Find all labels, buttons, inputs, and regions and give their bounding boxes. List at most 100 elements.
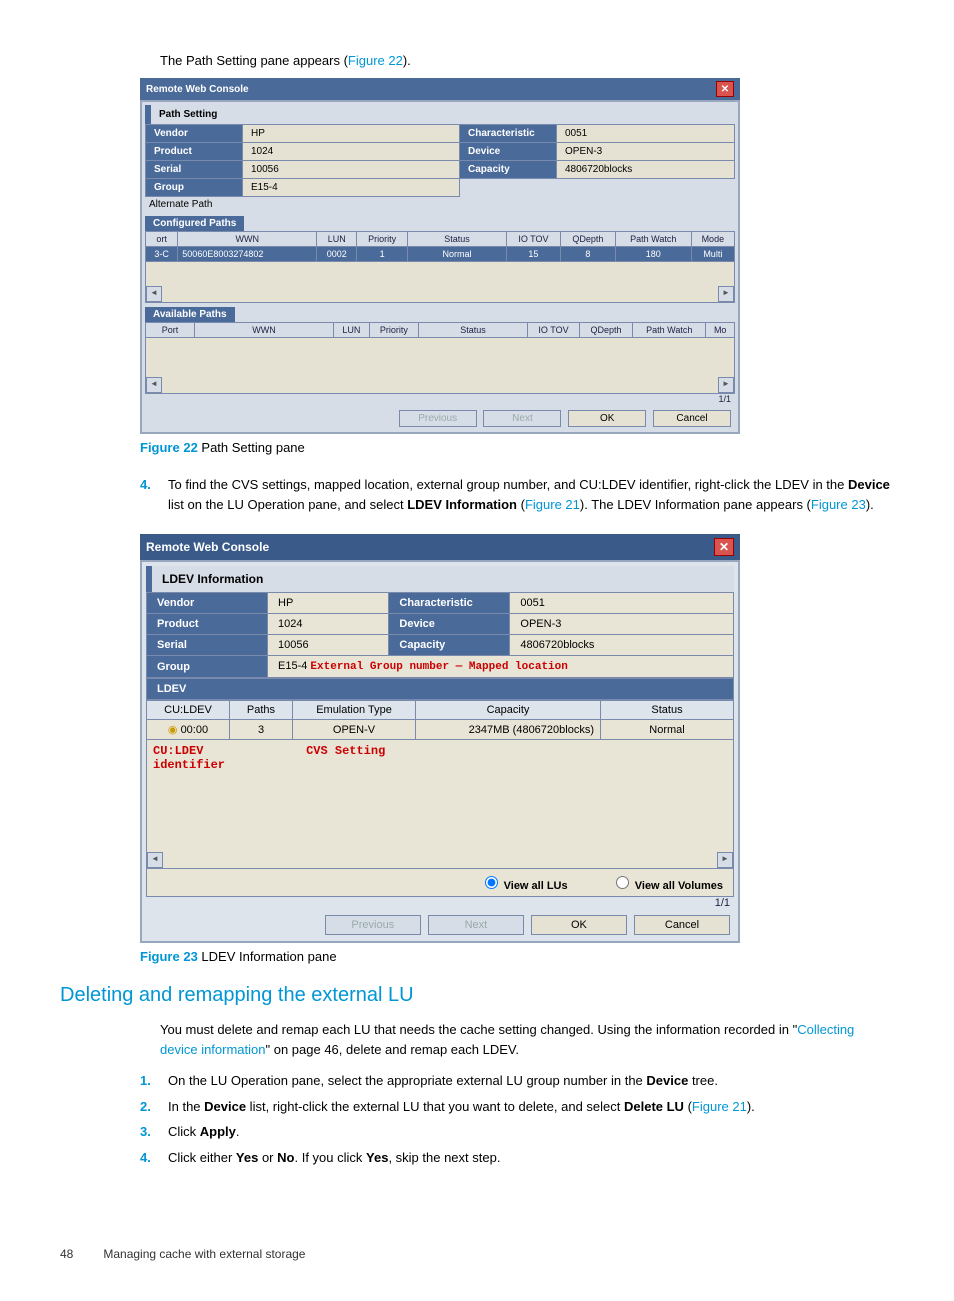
section-heading: Deleting and remapping the external LU: [60, 984, 894, 1007]
figure-21-link[interactable]: Figure 21: [525, 497, 580, 512]
vendor-label: Vendor: [147, 593, 268, 614]
next-button[interactable]: Next: [428, 915, 524, 935]
scroll-right-icon[interactable]: ►: [718, 377, 734, 393]
figure-21-link[interactable]: Figure 21: [692, 1099, 747, 1114]
serial-label: Serial: [147, 635, 268, 656]
configured-paths-grid: ort WWN LUN Priority Status IO TOV QDept…: [145, 231, 735, 262]
table-row[interactable]: 3-C 50060E8003274802 0002 1 Normal 15 8 …: [146, 247, 735, 262]
page-footer: 48 Managing cache with external storage: [60, 1247, 894, 1261]
info-table: Vendor HP Characteristic 0051 Product 10…: [146, 592, 734, 678]
col2-status[interactable]: Status: [418, 323, 527, 338]
vendor-value: HP: [243, 125, 460, 143]
step-4: 4. To find the CVS settings, mapped loca…: [140, 475, 894, 514]
scroll-left-icon[interactable]: ◄: [147, 852, 163, 868]
intro-text: The Path Setting pane appears (Figure 22…: [160, 53, 894, 68]
group-annotation: External Group number — Mapped location: [310, 661, 567, 673]
col2-wwn[interactable]: WWN: [195, 323, 334, 338]
group-label: Group: [146, 179, 243, 197]
scroll-left-icon[interactable]: ◄: [146, 286, 162, 302]
delete-step-2: 2. In the Device list, right-click the e…: [140, 1097, 894, 1117]
previous-button[interactable]: Previous: [399, 410, 477, 427]
close-icon[interactable]: ✕: [714, 538, 734, 556]
footer-title: Managing cache with external storage: [103, 1247, 305, 1261]
cancel-button[interactable]: Cancel: [634, 915, 730, 935]
characteristic-label: Characteristic: [389, 593, 510, 614]
vendor-value: HP: [268, 593, 389, 614]
group-value: E15-4: [243, 179, 460, 197]
capacity-value: 4806720blocks: [557, 161, 735, 179]
product-value: 1024: [268, 614, 389, 635]
col-pathwatch[interactable]: Path Watch: [615, 232, 691, 247]
col2-priority[interactable]: Priority: [369, 323, 418, 338]
delete-step-3: 3. Click Apply.: [140, 1122, 894, 1142]
col2-qdepth[interactable]: QDepth: [580, 323, 633, 338]
close-icon[interactable]: ✕: [716, 81, 734, 97]
page-indicator: 1/1: [145, 394, 735, 404]
figure-23-link[interactable]: Figure 23: [811, 497, 866, 512]
configured-paths-label: Configured Paths: [145, 216, 244, 231]
serial-value: 10056: [268, 635, 389, 656]
group-value: E15-4 External Group number — Mapped loc…: [268, 656, 734, 678]
col-port[interactable]: ort: [146, 232, 178, 247]
previous-button[interactable]: Previous: [325, 915, 421, 935]
delete-step-4: 4. Click either Yes or No. If you click …: [140, 1148, 894, 1168]
col2-iotov[interactable]: IO TOV: [527, 323, 579, 338]
info-table: Vendor HP Characteristic 0051 Product 10…: [145, 124, 735, 197]
table-row[interactable]: ◉ 00:00 3 OPEN-V 2347MB (4806720blocks) …: [147, 720, 734, 740]
next-button[interactable]: Next: [483, 410, 561, 427]
figure-23-label: Figure 23: [140, 949, 198, 964]
device-value: OPEN-3: [510, 614, 734, 635]
scroll-right-icon[interactable]: ►: [717, 852, 733, 868]
group-label: Group: [147, 656, 268, 678]
window-title: Remote Web Console: [146, 540, 269, 554]
device-label: Device: [389, 614, 510, 635]
ok-button[interactable]: OK: [531, 915, 627, 935]
step-number: 1.: [140, 1071, 158, 1091]
cvs-annotation: CVS Setting: [306, 744, 385, 758]
vendor-label: Vendor: [146, 125, 243, 143]
col-culdev[interactable]: CU:LDEV: [147, 701, 230, 720]
view-radio-row: View all LUs View all Volumes: [146, 869, 734, 897]
col-paths[interactable]: Paths: [230, 701, 293, 720]
col2-port[interactable]: Port: [146, 323, 195, 338]
col-wwn[interactable]: WWN: [178, 232, 317, 247]
col2-pathwatch[interactable]: Path Watch: [633, 323, 706, 338]
device-value: OPEN-3: [557, 143, 735, 161]
intro-after: ).: [403, 53, 411, 68]
alternate-path-label: Alternate Path: [145, 197, 735, 212]
step-number: 4.: [140, 1148, 158, 1168]
scroll-right-icon[interactable]: ►: [718, 286, 734, 302]
capacity-label: Capacity: [460, 161, 557, 179]
pane-title: Path Setting: [145, 105, 735, 124]
culdev-cell: ◉ 00:00: [147, 720, 230, 740]
available-paths-empty: ◄ ►: [145, 338, 735, 394]
col-capacity[interactable]: Capacity: [416, 701, 601, 720]
ok-button[interactable]: OK: [568, 410, 646, 427]
view-all-volumes-radio[interactable]: View all Volumes: [611, 880, 723, 892]
col2-mode[interactable]: Mo: [706, 323, 735, 338]
view-all-lus-radio[interactable]: View all LUs: [480, 880, 568, 892]
step-number: 3.: [140, 1122, 158, 1142]
serial-value: 10056: [243, 161, 460, 179]
col-status[interactable]: Status: [408, 232, 507, 247]
col-emulation[interactable]: Emulation Type: [293, 701, 416, 720]
characteristic-label: Characteristic: [460, 125, 557, 143]
scroll-left-icon[interactable]: ◄: [146, 377, 162, 393]
col-lun[interactable]: LUN: [317, 232, 357, 247]
intro-link[interactable]: Figure 22: [348, 53, 403, 68]
col-qdepth[interactable]: QDepth: [560, 232, 615, 247]
col-status[interactable]: Status: [601, 701, 734, 720]
serial-label: Serial: [146, 161, 243, 179]
figure-22-screenshot: Remote Web Console ✕ Path Setting Vendor…: [140, 78, 740, 434]
cancel-button[interactable]: Cancel: [653, 410, 731, 427]
col2-lun[interactable]: LUN: [334, 323, 370, 338]
col-mode[interactable]: Mode: [691, 232, 734, 247]
col-iotov[interactable]: IO TOV: [507, 232, 561, 247]
col-priority[interactable]: Priority: [357, 232, 408, 247]
figure-23-screenshot: Remote Web Console ✕ LDEV Information Ve…: [140, 534, 740, 943]
device-label: Device: [460, 143, 557, 161]
figure-23-caption: Figure 23 LDEV Information pane: [140, 949, 894, 964]
capacity-label: Capacity: [389, 635, 510, 656]
figure-22-label: Figure 22: [140, 440, 198, 455]
ldev-section-label: LDEV: [146, 678, 734, 700]
